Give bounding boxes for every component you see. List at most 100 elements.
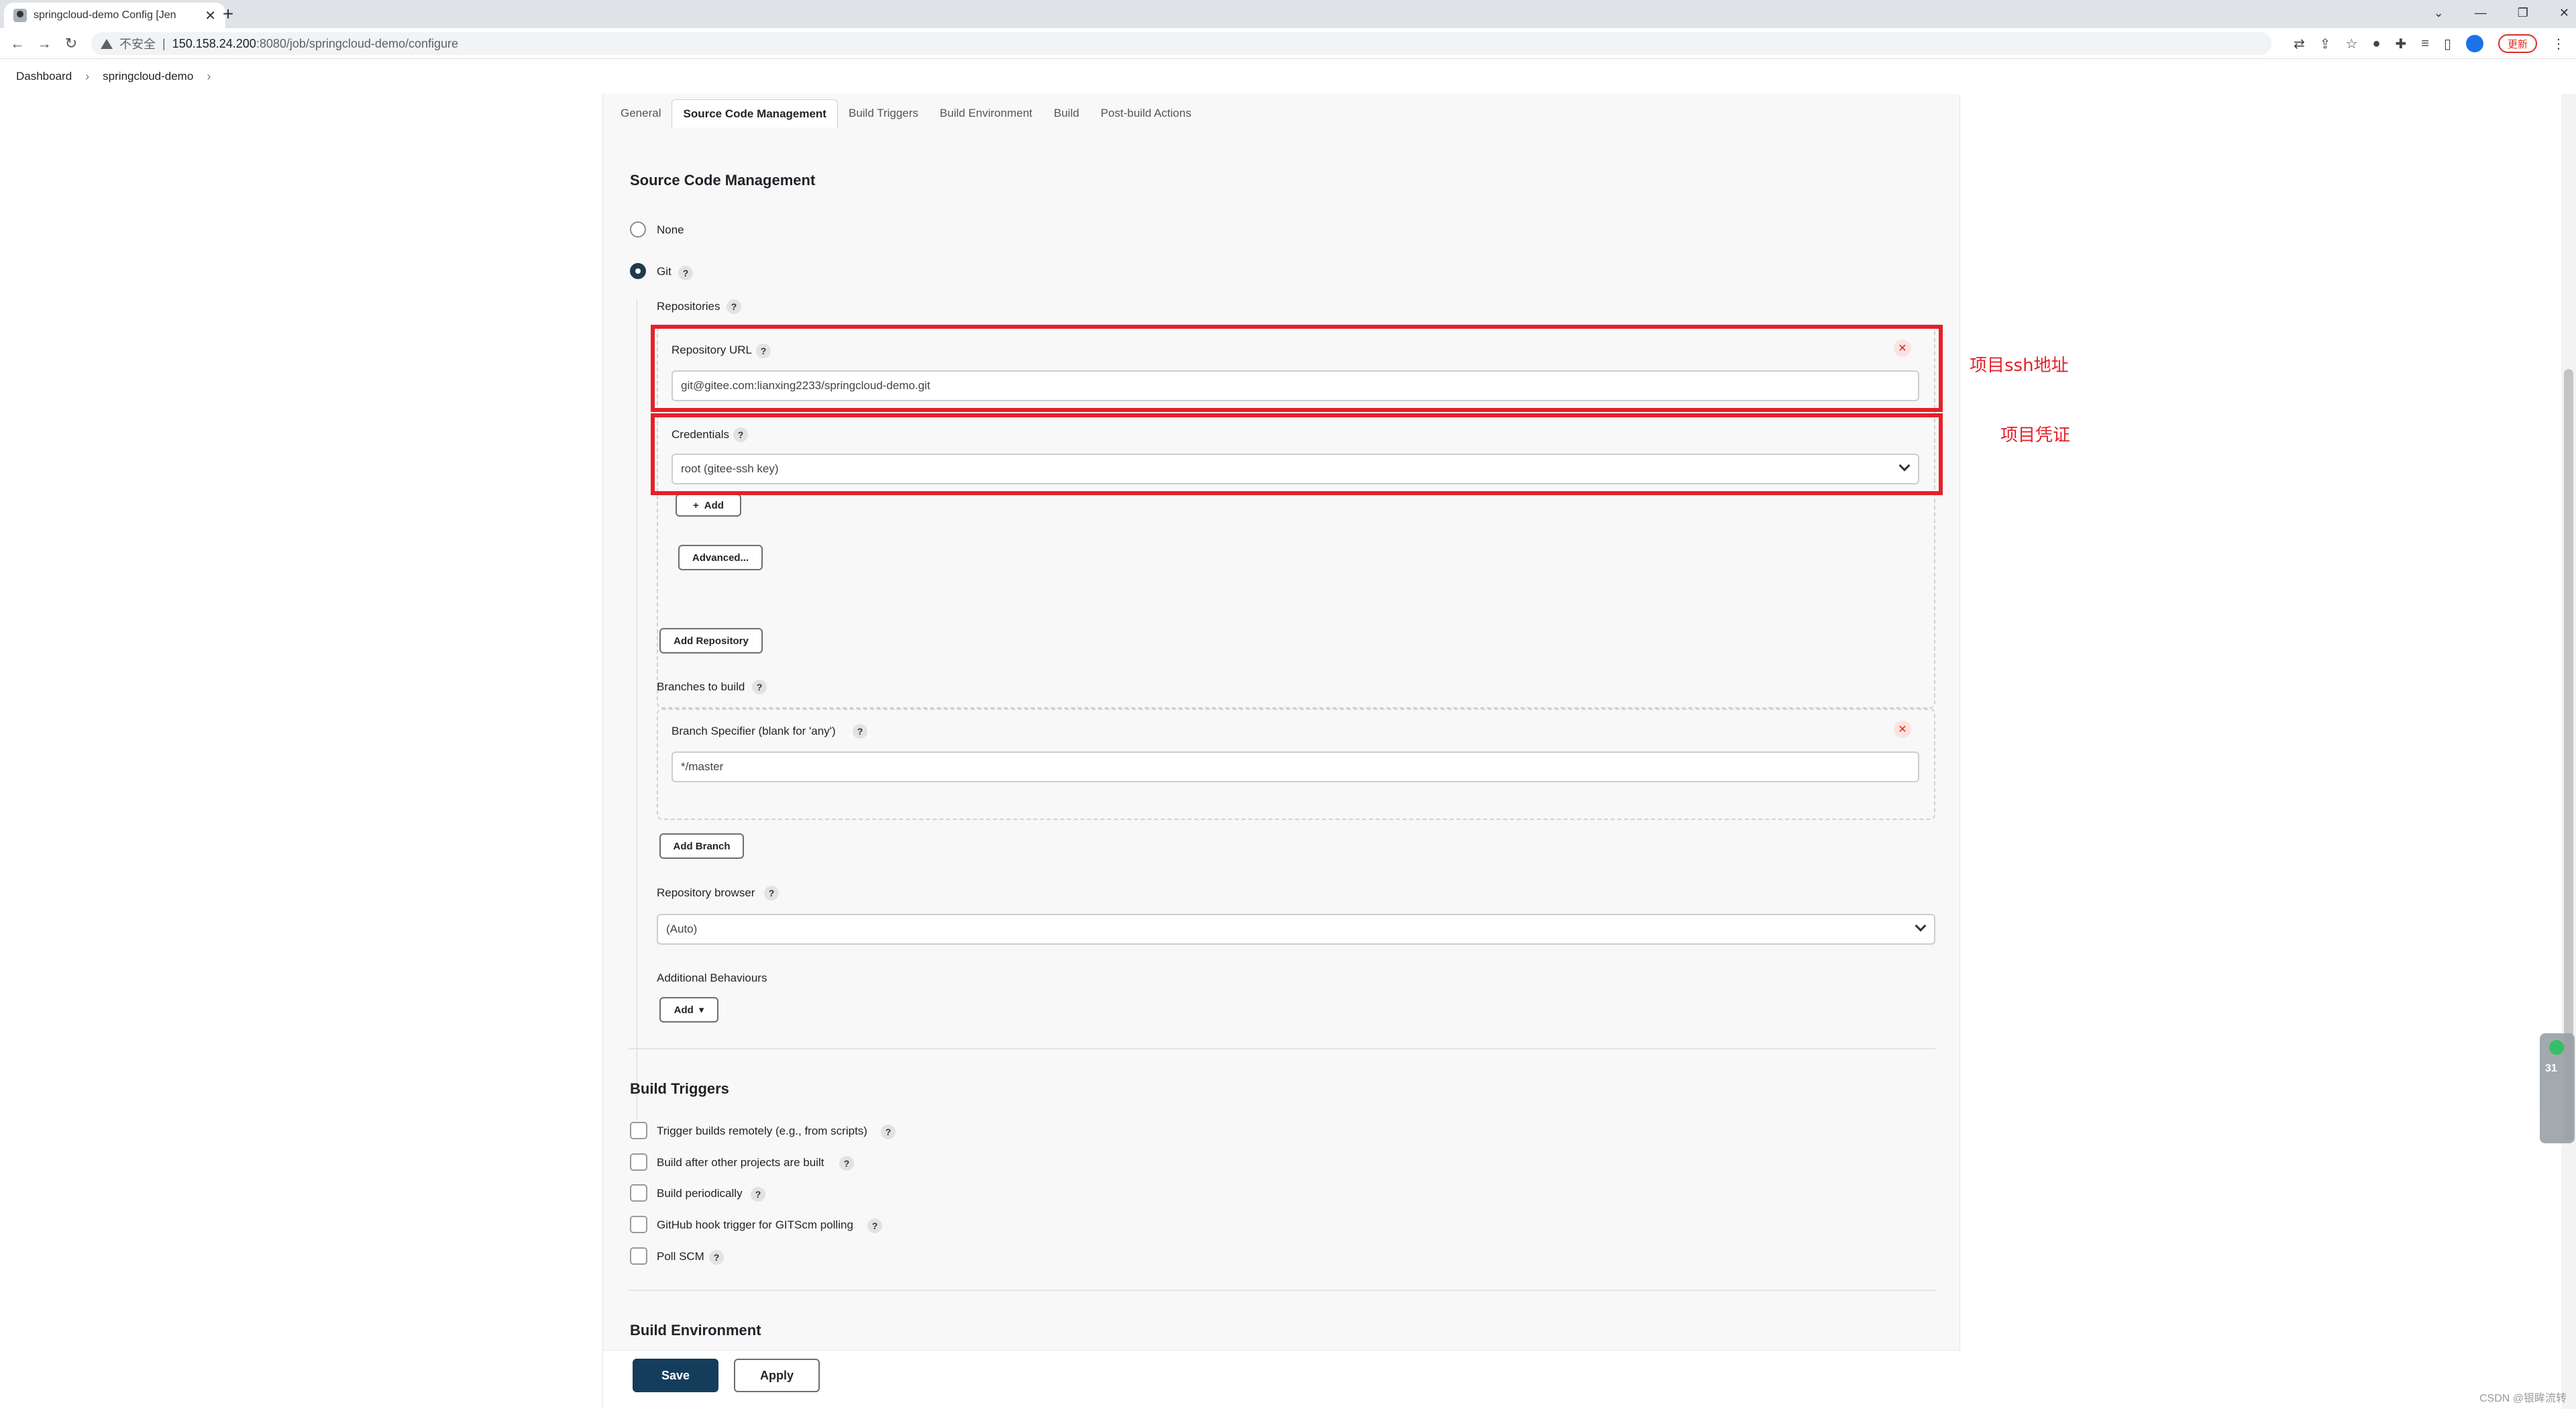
scm-none-radio[interactable] [630,221,646,238]
github-hook-checkbox[interactable] [630,1216,647,1233]
repository-browser-label: Repository browser [657,886,755,899]
save-button[interactable]: Save [633,1359,718,1392]
update-button[interactable]: 更新 [2498,34,2537,53]
scm-git-label: Git [657,265,672,278]
close-tab-icon[interactable]: ✕ [205,7,216,24]
breadcrumb-job[interactable]: springcloud-demo [103,70,193,83]
branch-specifier-help-icon[interactable]: ? [853,724,867,739]
build-periodically-label: Build periodically [657,1187,743,1200]
form-action-bar: Save Apply [603,1350,1961,1409]
git-help-icon[interactable]: ? [678,266,693,280]
browser-tab-title: springcloud-demo Config [Jen [34,9,176,21]
tab-search-icon[interactable]: ⌄ [2434,6,2444,20]
bookmark-star-icon[interactable]: ☆ [2346,36,2358,52]
caret-down-icon: ▾ [698,1004,704,1016]
build-periodically-checkbox[interactable] [630,1184,647,1202]
scm-git-radio[interactable] [630,263,646,279]
poll-scm-label: Poll SCM [657,1250,704,1263]
advanced-button[interactable]: Advanced... [678,545,763,570]
add-behaviour-dropdown[interactable]: Add ▾ [659,997,718,1023]
window-controls: ⌄ — ❐ ✕ [2434,0,2569,25]
branches-to-build-label: Branches to build [657,680,745,693]
reading-list-icon[interactable]: ≡ [2421,36,2429,52]
apply-button[interactable]: Apply [734,1359,820,1392]
browser-tabstrip: springcloud-demo Config [Jen ✕ + ⌄ — ❐ ✕ [0,0,2576,28]
poll-scm-help-icon[interactable]: ? [709,1250,724,1265]
csdn-watermark: CSDN @银眸流转 [2479,1393,2567,1404]
tab-source-code-management[interactable]: Source Code Management [672,99,838,127]
tab-build[interactable]: Build [1043,99,1090,127]
chevron-down-icon [1915,920,1927,932]
annotation-credentials-note: 项目凭证 [2000,425,2071,446]
build-after-help-icon[interactable]: ? [839,1156,854,1171]
branch-block: ✕ Branch Specifier (blank for 'any') ? *… [657,709,1935,820]
extensions-puzzle-icon[interactable]: ✚ [2396,36,2407,52]
jenkins-favicon-icon [13,9,27,22]
breadcrumb: Dashboard › springcloud-demo › [0,59,2576,94]
github-hook-label: GitHub hook trigger for GITScm polling [657,1218,853,1231]
browser-toolbar-icons: ⇄ ⇪ ☆ ● ✚ ≡ ▯ 更新 ⋮ [2294,32,2565,55]
extension-circle-icon[interactable]: ● [2372,36,2380,52]
translate-icon[interactable]: ⇄ [2294,36,2305,52]
tab-build-triggers[interactable]: Build Triggers [838,99,929,127]
forward-icon[interactable]: → [35,34,54,53]
build-after-checkbox[interactable] [630,1153,647,1171]
annotation-url-box [651,325,1943,412]
github-hook-help-icon[interactable]: ? [867,1218,882,1233]
plus-icon: + [693,499,699,511]
minimize-icon[interactable]: — [2475,6,2487,20]
browser-toolbar: ← → ↻ 不安全 | 150.158.24.200:8080/job/spri… [0,28,2576,59]
page-left-margin [0,94,602,1409]
floating-widget[interactable]: 31 [2540,1033,2575,1143]
profile-avatar[interactable] [2465,35,2483,52]
tab-post-build-actions[interactable]: Post-build Actions [1090,99,1202,127]
add-credentials-label: Add [704,499,724,511]
menu-kebab-icon[interactable]: ⋮ [2552,36,2565,52]
restore-icon[interactable]: ❐ [2518,6,2528,20]
tab-build-environment[interactable]: Build Environment [929,99,1043,127]
config-tabs: General Source Code Management Build Tri… [610,97,1202,127]
share-icon[interactable]: ⇪ [2320,36,2331,52]
add-repository-button[interactable]: Add Repository [659,628,763,654]
trigger-remote-help-icon[interactable]: ? [881,1125,896,1139]
trigger-remote-checkbox[interactable] [630,1122,647,1139]
annotation-url-note: 项目ssh地址 [1970,356,2069,376]
scrollbar-thumb[interactable] [2564,369,2573,1141]
repository-browser-select[interactable]: (Auto) [657,914,1935,945]
warning-icon [101,38,113,49]
add-behaviour-label: Add [674,1004,694,1016]
side-panel-icon[interactable]: ▯ [2444,36,2451,52]
scm-none-label: None [657,223,684,236]
url-path: :8080/job/springcloud-demo/configure [256,36,459,50]
add-credentials-button[interactable]: + Add [676,494,741,517]
address-bar[interactable]: 不安全 | 150.158.24.200:8080/job/springclou… [91,32,2271,55]
window-close-icon[interactable]: ✕ [2559,6,2569,20]
poll-scm-checkbox[interactable] [630,1247,647,1265]
section-divider [629,1290,1935,1291]
breadcrumb-dashboard[interactable]: Dashboard [16,70,72,83]
url-host: 150.158.24.200 [172,36,256,50]
tab-general[interactable]: General [610,99,672,127]
remove-branch-icon[interactable]: ✕ [1894,721,1911,738]
config-panel: General Source Code Management Build Tri… [602,94,1961,1409]
build-periodically-help-icon[interactable]: ? [751,1187,765,1202]
branch-specifier-label: Branch Specifier (blank for 'any') [672,725,836,737]
repositories-label: Repositories [657,300,720,313]
additional-behaviours-label: Additional Behaviours [657,972,767,984]
annotation-credentials-box [651,413,1943,495]
url-separator: | [162,36,166,50]
build-after-label: Build after other projects are built [657,1156,824,1169]
branch-specifier-input[interactable]: */master [672,751,1919,782]
page-right-margin [1960,94,2576,1409]
check-icon [2549,1040,2564,1055]
branches-help-icon[interactable]: ? [752,680,767,694]
browser-tab[interactable]: springcloud-demo Config [Jen ✕ [4,3,225,28]
repository-browser-help-icon[interactable]: ? [764,886,779,900]
add-branch-button[interactable]: Add Branch [659,833,744,859]
new-tab-icon[interactable]: + [216,3,240,25]
repositories-help-icon[interactable]: ? [727,299,741,314]
chevron-right-icon: › [85,69,90,83]
reload-icon[interactable]: ↻ [62,34,80,53]
back-icon[interactable]: ← [8,34,27,53]
trigger-remote-label: Trigger builds remotely (e.g., from scri… [657,1125,867,1137]
